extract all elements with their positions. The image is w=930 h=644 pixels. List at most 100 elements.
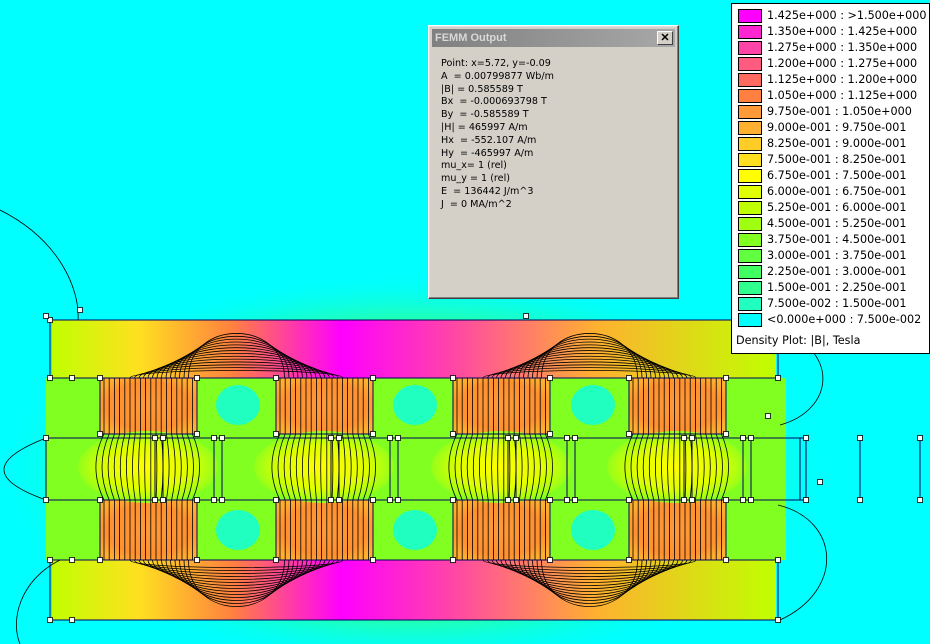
geometry-node (370, 557, 376, 563)
geometry-node (513, 435, 519, 441)
geometry-node (917, 497, 923, 503)
geometry-node (194, 557, 200, 563)
readout-line: mu_y = 1 (rel) (441, 173, 510, 185)
legend-label: 7.500e-002 : 1.500e-001 (767, 297, 907, 310)
geometry-node (857, 497, 863, 503)
legend-swatch (738, 217, 762, 231)
geometry-node (917, 435, 923, 441)
legend-label: 1.275e+000 : 1.350e+000 (767, 41, 918, 54)
geometry-node (775, 617, 781, 623)
low-field-pocket (393, 385, 437, 425)
geometry-node (572, 435, 578, 441)
legend-label: 1.350e+000 : 1.425e+000 (767, 25, 918, 38)
geometry-node (450, 497, 456, 503)
legend-entry: 8.250e-001 : 9.000e-001 (736, 136, 928, 152)
geometry-node (97, 557, 103, 563)
readout-line: Hx = -552.107 A/m (441, 134, 537, 146)
slot-field (254, 431, 394, 503)
legend-entry: 1.500e-001 : 2.250e-001 (736, 280, 928, 296)
slot-field (78, 431, 218, 503)
readout-line: Hy = -465997 A/m (441, 147, 534, 159)
geometry-node (370, 497, 376, 503)
legend-label: 9.750e-001 : 1.050e+000 (767, 105, 912, 118)
geometry-node (160, 497, 166, 503)
legend-swatch (738, 281, 762, 295)
legend-label: 1.125e+000 : 1.200e+000 (767, 73, 918, 86)
legend-swatch (738, 57, 762, 71)
legend-entry: 3.750e-001 : 4.500e-001 (736, 232, 928, 248)
readout-line: |H| = 465997 A/m (441, 121, 528, 133)
close-button[interactable]: ✕ (657, 31, 673, 45)
femm-output-window[interactable]: FEMM Output ✕ Point: x=5.72, y=-0.09 A = … (428, 25, 679, 299)
geometry-node (395, 497, 401, 503)
legend-swatch (738, 249, 762, 263)
geometry-node (328, 497, 334, 503)
legend-entry: 9.000e-001 : 9.750e-001 (736, 120, 928, 136)
geometry-node (723, 557, 729, 563)
point-readout: Point: x=5.72, y=-0.09 A = 0.00799877 Wb/… (441, 58, 672, 212)
geometry-node (370, 375, 376, 381)
geometry-node (47, 375, 53, 381)
readout-line: mu_x= 1 (rel) (441, 160, 507, 172)
legend-label: 1.050e+000 : 1.125e+000 (767, 89, 918, 102)
legend-label: 1.500e-001 : 2.250e-001 (767, 281, 907, 294)
legend-swatch (738, 313, 762, 327)
geometry-node (273, 375, 279, 381)
legend-label: 6.000e-001 : 6.750e-001 (767, 185, 907, 198)
readout-line: E = 136442 J/m^3 (441, 185, 534, 197)
geometry-node (43, 435, 49, 441)
geometry-node (152, 497, 158, 503)
geometry-node (689, 435, 695, 441)
geometry-node (47, 617, 53, 623)
low-field-pocket (216, 510, 260, 550)
legend-label: 1.200e+000 : 1.275e+000 (767, 57, 918, 70)
legend-label: 8.250e-001 : 9.000e-001 (767, 137, 907, 150)
window-title: FEMM Output (435, 32, 507, 44)
legend-entry: 4.500e-001 : 5.250e-001 (736, 216, 928, 232)
legend-entry: 3.000e-001 : 3.750e-001 (736, 248, 928, 264)
geometry-node (387, 497, 393, 503)
geometry-node (626, 497, 632, 503)
legend-entry: 6.750e-001 : 7.500e-001 (736, 168, 928, 184)
legend-entry: 1.125e+000 : 1.200e+000 (736, 72, 928, 88)
geometry-node (336, 497, 342, 503)
geometry-node (748, 497, 754, 503)
low-field-pocket (216, 385, 260, 425)
geometry-node (152, 435, 158, 441)
geometry-node (47, 557, 53, 563)
legend-swatch (738, 73, 762, 87)
window-titlebar[interactable]: FEMM Output ✕ (432, 29, 675, 47)
legend-swatch (738, 233, 762, 247)
readout-line: |B| = 0.585589 T (441, 83, 523, 95)
legend-swatch (738, 169, 762, 183)
legend-swatch (738, 41, 762, 55)
low-field-pocket (571, 510, 615, 550)
legend-entry: 9.750e-001 : 1.050e+000 (736, 104, 928, 120)
geometry-node (273, 497, 279, 503)
legend-swatch (738, 153, 762, 167)
geometry-node (626, 431, 632, 437)
legend-entry: 5.250e-001 : 6.000e-001 (736, 200, 928, 216)
legend-entry: 1.350e+000 : 1.425e+000 (736, 24, 928, 40)
geometry-node (740, 497, 746, 503)
geometry-node (194, 431, 200, 437)
geometry-node (803, 435, 809, 441)
legend-label: 5.250e-001 : 6.000e-001 (767, 201, 907, 214)
geometry-node (450, 431, 456, 437)
geometry-node (273, 557, 279, 563)
geometry-node (77, 307, 83, 313)
geometry-node (564, 435, 570, 441)
geometry-node (194, 375, 200, 381)
geometry-node (370, 431, 376, 437)
legend-label: 2.250e-001 : 3.000e-001 (767, 265, 907, 278)
legend-label: 9.000e-001 : 9.750e-001 (767, 121, 907, 134)
geometry-node (817, 479, 823, 485)
geometry-node (765, 413, 771, 419)
legend-entry: 1.200e+000 : 1.275e+000 (736, 56, 928, 72)
geometry-node (211, 435, 217, 441)
geometry-node (681, 435, 687, 441)
geometry-node (775, 375, 781, 381)
legend-swatch (738, 137, 762, 151)
geometry-node (211, 497, 217, 503)
geometry-node (572, 497, 578, 503)
